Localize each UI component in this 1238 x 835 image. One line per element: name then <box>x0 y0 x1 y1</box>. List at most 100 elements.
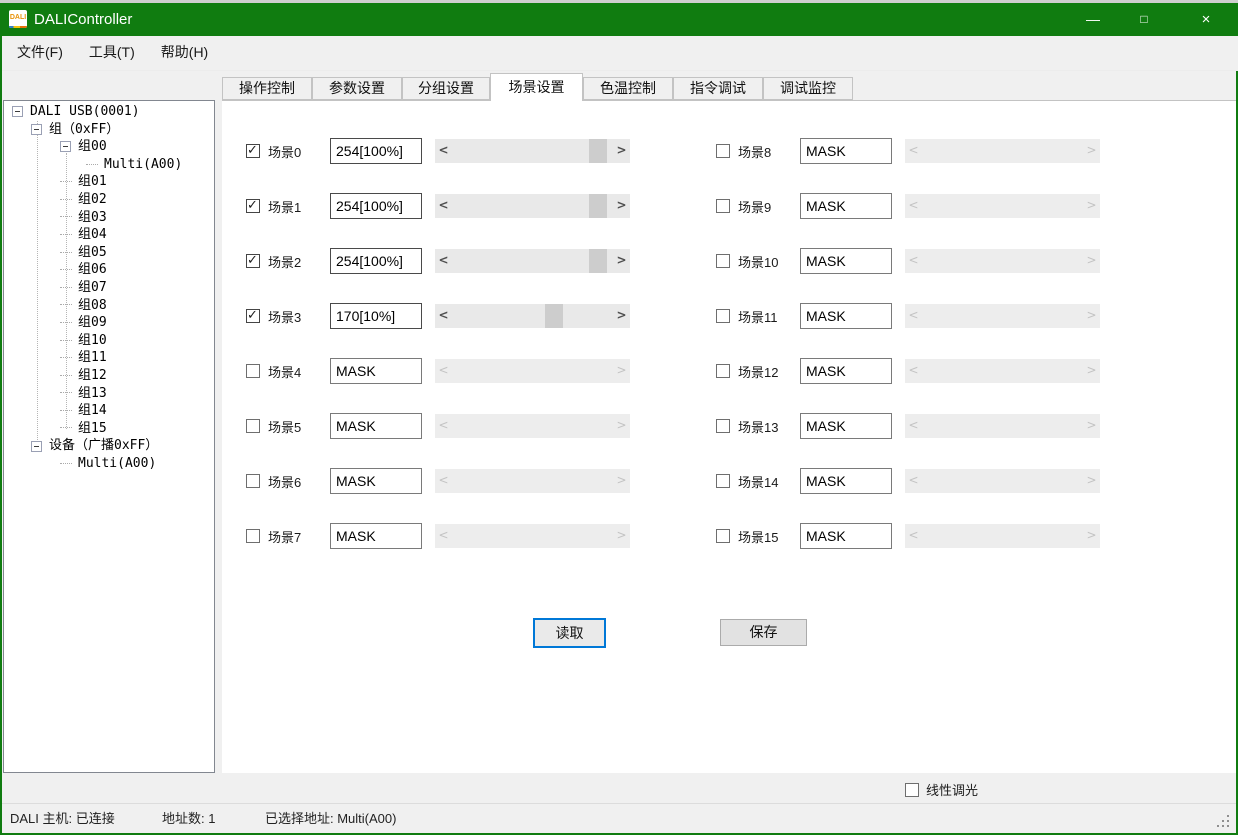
scene-6-checkbox[interactable] <box>246 474 260 488</box>
tab-5[interactable]: 指令调试 <box>673 77 763 100</box>
scene-9-value-input[interactable] <box>800 193 892 219</box>
scroll-right-icon[interactable]: > <box>1083 359 1100 383</box>
tree-node-18[interactable]: 组15 <box>4 420 214 438</box>
scene-0-value-input[interactable] <box>330 138 422 164</box>
tree-node-14[interactable]: 组11 <box>4 349 214 367</box>
scene-9-checkbox[interactable] <box>716 199 730 213</box>
scene-4-checkbox[interactable] <box>246 364 260 378</box>
tab-0[interactable]: 操作控制 <box>222 77 312 100</box>
tab-4[interactable]: 色温控制 <box>583 77 673 100</box>
tree-node-12[interactable]: 组09 <box>4 314 214 332</box>
tree-node-7[interactable]: 组04 <box>4 226 214 244</box>
tab-3[interactable]: 场景设置 <box>490 73 583 101</box>
scroll-left-icon[interactable]: < <box>905 469 922 493</box>
scene-14-checkbox[interactable] <box>716 474 730 488</box>
scroll-left-icon[interactable]: < <box>435 524 452 548</box>
tree-collapse-icon[interactable] <box>31 124 42 135</box>
scroll-right-icon[interactable]: > <box>613 359 630 383</box>
scroll-left-icon[interactable]: < <box>435 414 452 438</box>
tree-node-4[interactable]: 组01 <box>4 173 214 191</box>
tree-node-0[interactable]: DALI USB(0001) <box>4 103 214 121</box>
device-tree[interactable]: DALI USB(0001)组（0xFF）组00Multi(A00)组01组02… <box>3 100 215 773</box>
scroll-right-icon[interactable]: > <box>613 139 630 163</box>
scroll-left-icon[interactable]: < <box>905 194 922 218</box>
close-button-icon[interactable]: × <box>1183 3 1229 36</box>
scroll-left-icon[interactable]: < <box>905 139 922 163</box>
scroll-left-icon[interactable]: < <box>435 249 452 273</box>
scroll-left-icon[interactable]: < <box>435 194 452 218</box>
scene-7-checkbox[interactable] <box>246 529 260 543</box>
scene-3-value-input[interactable] <box>330 303 422 329</box>
tree-collapse-icon[interactable] <box>60 141 71 152</box>
scroll-left-icon[interactable]: < <box>905 249 922 273</box>
scene-11-checkbox[interactable] <box>716 309 730 323</box>
scene-5-checkbox[interactable] <box>246 419 260 433</box>
scene-1-slider[interactable]: <> <box>435 194 630 218</box>
scroll-left-icon[interactable]: < <box>435 139 452 163</box>
scroll-right-icon[interactable]: > <box>1083 414 1100 438</box>
menu-item-0[interactable]: 文件(F) <box>4 36 76 69</box>
tree-node-1[interactable]: 组（0xFF） <box>4 121 214 139</box>
scene-4-value-input[interactable] <box>330 358 422 384</box>
scene-8-value-input[interactable] <box>800 138 892 164</box>
resize-grip[interactable] <box>1216 815 1230 829</box>
scroll-right-icon[interactable]: > <box>1083 194 1100 218</box>
tab-2[interactable]: 分组设置 <box>402 77 490 100</box>
scroll-left-icon[interactable]: < <box>905 304 922 328</box>
scene-3-checkbox[interactable]: ✓ <box>246 309 260 323</box>
tree-node-13[interactable]: 组10 <box>4 332 214 350</box>
scene-12-checkbox[interactable] <box>716 364 730 378</box>
scene-15-checkbox[interactable] <box>716 529 730 543</box>
linear-dimming-checkbox[interactable] <box>905 783 919 797</box>
scroll-right-icon[interactable]: > <box>1083 249 1100 273</box>
menu-item-1[interactable]: 工具(T) <box>76 36 148 69</box>
scene-15-value-input[interactable] <box>800 523 892 549</box>
tab-6[interactable]: 调试监控 <box>763 77 853 100</box>
tree-collapse-icon[interactable] <box>12 106 23 117</box>
tree-node-9[interactable]: 组06 <box>4 261 214 279</box>
maximize-button-icon[interactable]: □ <box>1121 3 1167 36</box>
save-button[interactable]: 保存 <box>720 619 807 646</box>
tree-collapse-icon[interactable] <box>31 441 42 452</box>
read-button[interactable]: 读取 <box>533 618 606 648</box>
scroll-left-icon[interactable]: < <box>435 469 452 493</box>
scene-7-value-input[interactable] <box>330 523 422 549</box>
scene-10-checkbox[interactable] <box>716 254 730 268</box>
scene-0-checkbox[interactable]: ✓ <box>246 144 260 158</box>
minimize-button-icon[interactable]: — <box>1070 3 1116 36</box>
scroll-right-icon[interactable]: > <box>613 524 630 548</box>
scroll-right-icon[interactable]: > <box>1083 469 1100 493</box>
scroll-left-icon[interactable]: < <box>905 524 922 548</box>
scroll-left-icon[interactable]: < <box>435 304 452 328</box>
scene-10-value-input[interactable] <box>800 248 892 274</box>
scene-0-slider-thumb[interactable] <box>589 139 607 163</box>
menu-item-2[interactable]: 帮助(H) <box>148 36 221 69</box>
scroll-left-icon[interactable]: < <box>905 414 922 438</box>
tree-node-11[interactable]: 组08 <box>4 297 214 315</box>
scene-1-slider-thumb[interactable] <box>589 194 607 218</box>
scene-2-checkbox[interactable]: ✓ <box>246 254 260 268</box>
scene-13-value-input[interactable] <box>800 413 892 439</box>
scroll-right-icon[interactable]: > <box>613 194 630 218</box>
scene-13-checkbox[interactable] <box>716 419 730 433</box>
tree-node-16[interactable]: 组13 <box>4 385 214 403</box>
scene-8-checkbox[interactable] <box>716 144 730 158</box>
scene-0-slider[interactable]: <> <box>435 139 630 163</box>
scroll-right-icon[interactable]: > <box>1083 139 1100 163</box>
tree-node-8[interactable]: 组05 <box>4 244 214 262</box>
tree-node-2[interactable]: 组00 <box>4 138 214 156</box>
scene-6-value-input[interactable] <box>330 468 422 494</box>
scene-2-value-input[interactable] <box>330 248 422 274</box>
scroll-right-icon[interactable]: > <box>613 304 630 328</box>
scene-12-value-input[interactable] <box>800 358 892 384</box>
tree-node-20[interactable]: Multi(A00) <box>4 455 214 473</box>
tree-node-19[interactable]: 设备（广播0xFF） <box>4 437 214 455</box>
tree-node-6[interactable]: 组03 <box>4 209 214 227</box>
scroll-right-icon[interactable]: > <box>1083 304 1100 328</box>
scene-11-value-input[interactable] <box>800 303 892 329</box>
scroll-right-icon[interactable]: > <box>613 469 630 493</box>
scroll-left-icon[interactable]: < <box>435 359 452 383</box>
scene-5-value-input[interactable] <box>330 413 422 439</box>
scene-14-value-input[interactable] <box>800 468 892 494</box>
scene-2-slider-thumb[interactable] <box>589 249 607 273</box>
